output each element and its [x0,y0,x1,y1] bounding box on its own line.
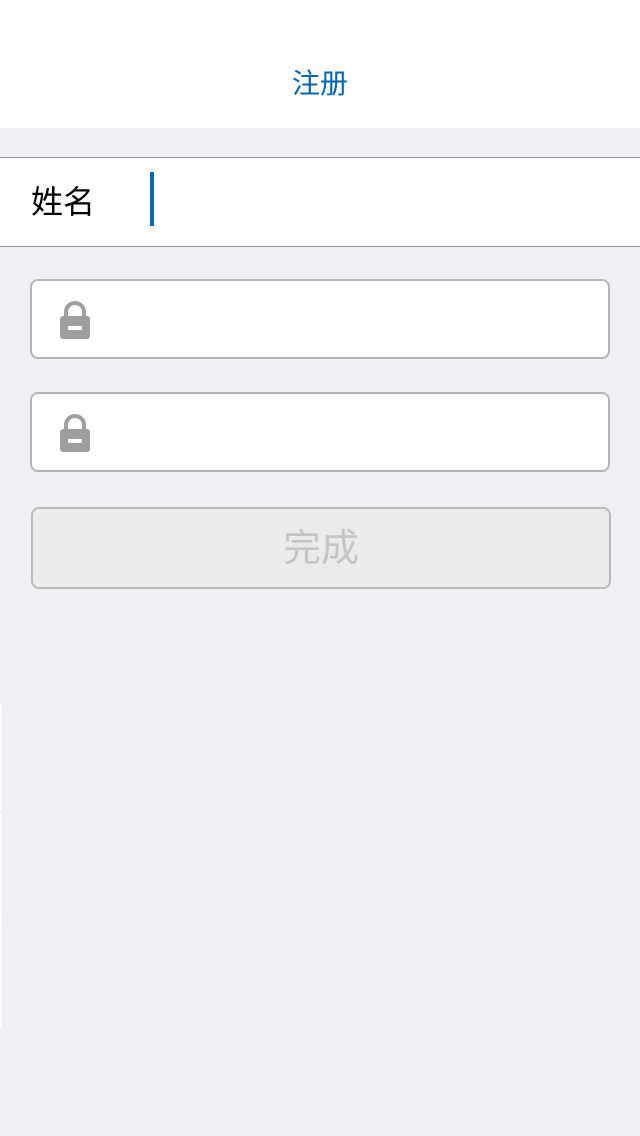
password-field[interactable] [30,279,610,359]
nav-bar: 注册 [0,0,640,128]
name-field[interactable] [150,171,620,227]
edge-divider [0,921,2,1027]
password-input[interactable] [112,291,592,347]
confirm-password-input[interactable] [112,404,592,460]
lock-icon [60,301,90,339]
name-row[interactable]: 姓名 [0,157,640,247]
confirm-password-field[interactable] [30,392,610,472]
page-title: 注册 [291,67,348,100]
name-label: 姓名 [31,183,96,221]
lock-icon [60,414,90,452]
text-caret [150,172,154,226]
edge-divider [0,813,2,919]
edge-divider [0,705,2,811]
done-button[interactable]: 完成 [31,507,611,589]
